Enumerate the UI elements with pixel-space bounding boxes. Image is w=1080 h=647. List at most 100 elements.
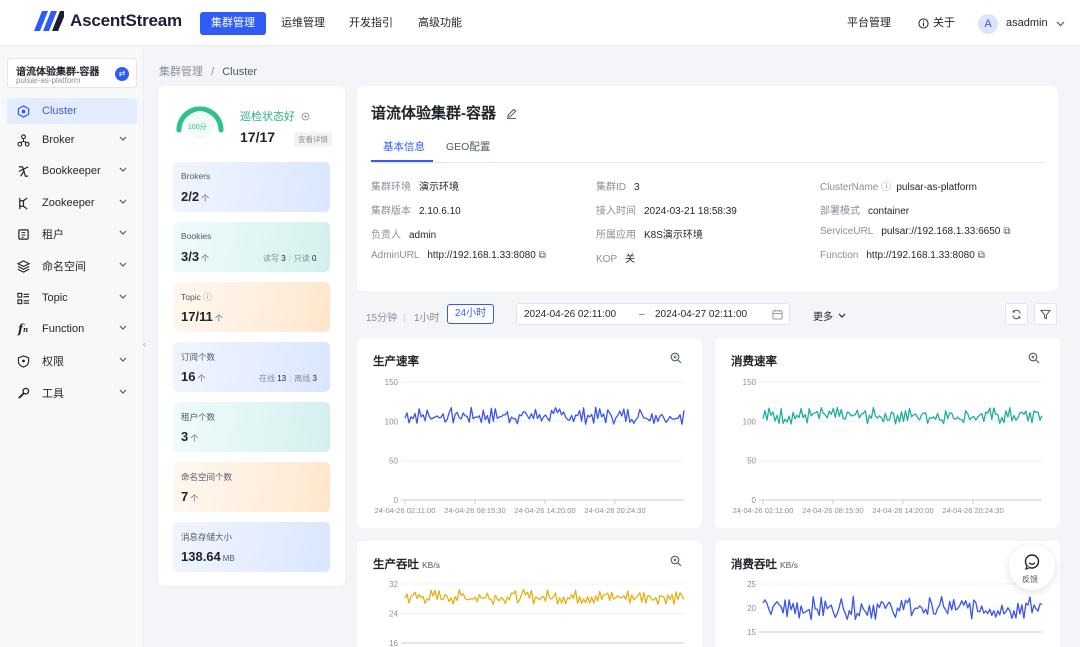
copy-icon[interactable]: ⧉	[978, 250, 985, 261]
tab-geo-config[interactable]: GEO配置	[446, 139, 490, 154]
stat-subscriptions[interactable]: 订阅个数 16 个 在线 13 | 离线 3	[173, 342, 330, 392]
breadcrumb-separator: /	[211, 66, 215, 78]
sidebar-item-label: Bookkeeper	[42, 165, 101, 177]
date-range-picker[interactable]: 2024-04-26 02:11:00 – 2024-04-27 02:11:0…	[516, 303, 790, 325]
stat-brokers[interactable]: Brokers 2/2 个	[173, 162, 330, 212]
stat-bookies[interactable]: Bookies 3/3 个 读写 3 | 只读 0	[173, 222, 330, 272]
sidebar-item-tenant[interactable]: 租户	[7, 221, 137, 247]
stat-label: 租户个数	[181, 412, 216, 422]
stat-value: 3/3	[181, 249, 200, 264]
x-tick-label: 24-04-26 14:20:00	[872, 506, 933, 515]
chart-plot: 0 50 100 150 24-04-26 02:11:00 24-04-26 08:15…	[375, 378, 685, 515]
health-score-label: 100分	[188, 124, 207, 131]
copy-icon[interactable]: ⧉	[539, 250, 546, 261]
chevron-down-icon	[119, 199, 127, 204]
chart-card-consume-rate: 消费速率 0 50 100 150 24-04-26 02:11:00 24-04-26 …	[715, 338, 1060, 528]
refresh-button[interactable]	[1005, 303, 1028, 325]
sidebar-item-label: 工具	[42, 388, 64, 400]
platform-management-link[interactable]: 平台管理	[847, 12, 891, 35]
broker-icon	[16, 133, 30, 147]
nav-dev-guide[interactable]: 开发指引	[338, 12, 404, 35]
chevron-down-icon	[119, 262, 127, 267]
stat-value: 138.64	[181, 549, 221, 564]
chevron-down-icon	[119, 325, 127, 330]
stat-label: Bookies	[181, 231, 212, 241]
chevron-down-icon	[119, 389, 127, 394]
chart-plot: 16 24 32	[389, 580, 685, 647]
stat-namespaces[interactable]: 命名空间个数 7个	[173, 462, 330, 512]
y-tick-label: 32	[389, 580, 398, 589]
y-tick-label: 150	[385, 378, 399, 387]
stat-label: Topic	[181, 292, 201, 302]
user-menu[interactable]: A asadmin	[978, 12, 1065, 35]
stat-storage[interactable]: 消息存储大小 138.64 MB	[173, 522, 330, 572]
x-tick-label: 24-04-26 14:20:00	[514, 506, 575, 515]
sidebar-collapse-handle[interactable]: ‹	[143, 340, 151, 358]
y-tick-label: 0	[752, 496, 757, 505]
stat-value: 2/2	[181, 189, 200, 204]
copy-icon[interactable]: ⧉	[1003, 226, 1010, 237]
info-icon	[918, 18, 929, 29]
nav-advanced[interactable]: 高级功能	[407, 12, 473, 35]
y-tick-label: 50	[747, 457, 756, 466]
about-label: 关于	[933, 17, 955, 29]
more-dropdown[interactable]: 更多	[813, 308, 846, 323]
sidebar-item-tools[interactable]: 工具	[7, 380, 137, 406]
sidebar-item-broker[interactable]: Broker	[7, 127, 137, 153]
chevron-down-icon	[119, 294, 127, 299]
info-field: 所属应用 K8S演示环境	[596, 230, 703, 241]
feedback-button[interactable]: 反馈	[1009, 544, 1055, 590]
info-field: 集群环境 演示环境	[371, 182, 459, 193]
tab-active-underline	[371, 160, 433, 162]
about-link[interactable]: 关于	[918, 12, 955, 35]
nav-cluster-management[interactable]: 集群管理	[200, 12, 266, 35]
stat-tenants[interactable]: 租户个数 3个	[173, 402, 330, 452]
start-date[interactable]: 2024-04-26 02:11:00	[524, 309, 616, 320]
filter-button[interactable]	[1034, 303, 1057, 325]
online-count: 13	[277, 374, 287, 383]
cluster-selector-sub: pulsar-as-platform	[16, 76, 81, 85]
sidebar-item-permission[interactable]: 权限	[7, 348, 137, 374]
namespace-icon	[16, 259, 30, 273]
sidebar-item-cluster[interactable]: Cluster	[7, 98, 137, 124]
tenant-icon	[16, 227, 30, 241]
info-field: 集群ID 3	[596, 182, 640, 193]
range-24hours[interactable]: 24小时	[447, 304, 495, 324]
range-1hour[interactable]: 1小时	[414, 309, 440, 324]
range-15min[interactable]: 15分钟 |	[366, 309, 406, 324]
stat-unit: 个	[201, 194, 210, 203]
stat-value: 7	[181, 489, 189, 504]
tab-basic-info[interactable]: 基本信息	[383, 139, 425, 154]
cluster-selector[interactable]: 谙流体验集群-容器 pulsar-as-platform ⇄	[7, 58, 137, 88]
sidebar-item-bookkeeper[interactable]: Bookkeeper	[7, 158, 137, 184]
avatar: A	[978, 13, 998, 34]
cluster-stats-card: 100分 巡检状态好 17/17 查看详情 Brokers 2/2 个 Booki…	[158, 86, 345, 586]
sidebar-item-zookeeper[interactable]: Zookeeper	[7, 190, 137, 216]
cluster-icon	[16, 104, 30, 118]
ro-count: 0	[312, 254, 317, 263]
logo[interactable]: AscentStream	[34, 11, 182, 31]
rw-label: 读写	[263, 254, 279, 263]
refresh-icon	[1012, 309, 1021, 319]
end-date[interactable]: 2024-04-27 02:11:00	[655, 309, 747, 320]
refresh-icon[interactable]	[301, 112, 310, 121]
stat-unit: 个	[190, 434, 199, 443]
switch-cluster-icon[interactable]: ⇄	[115, 67, 129, 81]
info-icon: ⓘ	[881, 182, 892, 193]
tab-divider	[371, 162, 1044, 163]
edit-icon[interactable]	[506, 108, 517, 119]
sidebar-item-namespace[interactable]: 命名空间	[7, 253, 137, 279]
breadcrumb-parent[interactable]: 集群管理	[159, 66, 203, 78]
stat-topic[interactable]: Topic ⓘ 17/11 个	[173, 282, 330, 332]
sidebar-item-label: Zookeeper	[42, 197, 95, 209]
sidebar-item-label: 命名空间	[42, 261, 86, 273]
chart-card-produce-throughput: 生产吞吐 KB/s 16 24 32	[357, 541, 702, 647]
nav-ops-management[interactable]: 运维管理	[270, 12, 336, 35]
ro-label: 只读	[293, 254, 310, 263]
shield-icon	[16, 354, 30, 368]
online-label: 在线	[259, 374, 275, 383]
stat-unit: 个	[214, 314, 223, 323]
sidebar-item-topic[interactable]: Topic	[7, 285, 137, 311]
sidebar-item-function[interactable]: fn Function	[7, 316, 137, 342]
view-details-button[interactable]: 查看详情	[294, 132, 332, 147]
